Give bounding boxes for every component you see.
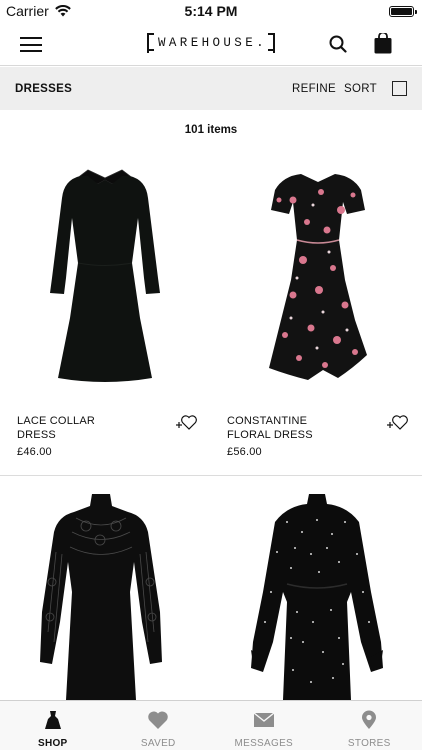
envelope-icon [253, 712, 275, 727]
tab-label: SAVED [140, 738, 176, 749]
status-bar: Carrier 5:14 PM [0, 0, 422, 22]
tab-shop[interactable]: SHOP [0, 701, 106, 750]
product-name[interactable]: CONSTANTINE FLORAL DRESS [227, 414, 347, 442]
logo-text: WAREHOUSE. [157, 36, 267, 50]
product-image[interactable] [36, 492, 166, 700]
product-image[interactable] [247, 492, 387, 700]
item-count: 101 items [184, 124, 238, 136]
product-card[interactable]: CONSTANTINE FLORAL DRESS £56.00 [211, 150, 422, 475]
nav-bar: WAREHOUSE. [0, 22, 422, 66]
tab-label: SHOP [37, 738, 68, 749]
shopping-bag-icon[interactable] [374, 33, 392, 54]
product-name[interactable]: LACE COLLAR DRESS [17, 414, 137, 442]
wifi-icon [54, 5, 71, 17]
hamburger-menu-icon[interactable] [20, 37, 42, 52]
location-pin-icon [362, 710, 377, 729]
carrier-label: Carrier [6, 3, 49, 19]
refine-button[interactable]: REFINE [292, 83, 336, 95]
heart-icon [148, 711, 169, 729]
status-left: Carrier [6, 3, 71, 19]
sort-button[interactable]: SORT [344, 83, 377, 95]
product-image[interactable] [40, 168, 170, 384]
brand-logo[interactable]: WAREHOUSE. [147, 33, 275, 53]
tab-label: MESSAGES [234, 738, 294, 749]
product-price: £46.00 [17, 446, 52, 458]
tab-label: STORES [347, 738, 391, 749]
filter-bar: DRESSES REFINE SORT [0, 67, 422, 110]
tab-messages[interactable]: MESSAGES [211, 701, 317, 750]
category-title: DRESSES [15, 82, 73, 95]
product-card[interactable] [211, 476, 422, 700]
battery-icon [389, 5, 417, 17]
product-card[interactable]: LACE COLLAR DRESS £46.00 [0, 150, 211, 475]
tab-stores[interactable]: STORES [317, 701, 422, 750]
search-icon[interactable] [329, 35, 347, 53]
tab-saved[interactable]: SAVED [106, 701, 212, 750]
product-card[interactable] [0, 476, 211, 700]
product-image[interactable] [263, 170, 373, 385]
grid-view-toggle-icon[interactable] [392, 81, 407, 96]
product-price: £56.00 [227, 446, 262, 458]
tab-bar: SHOP SAVED MESSAGES STORES [0, 700, 422, 750]
add-to-wishlist-icon[interactable] [386, 412, 410, 432]
dress-icon [44, 711, 61, 729]
add-to-wishlist-icon[interactable] [175, 412, 199, 432]
